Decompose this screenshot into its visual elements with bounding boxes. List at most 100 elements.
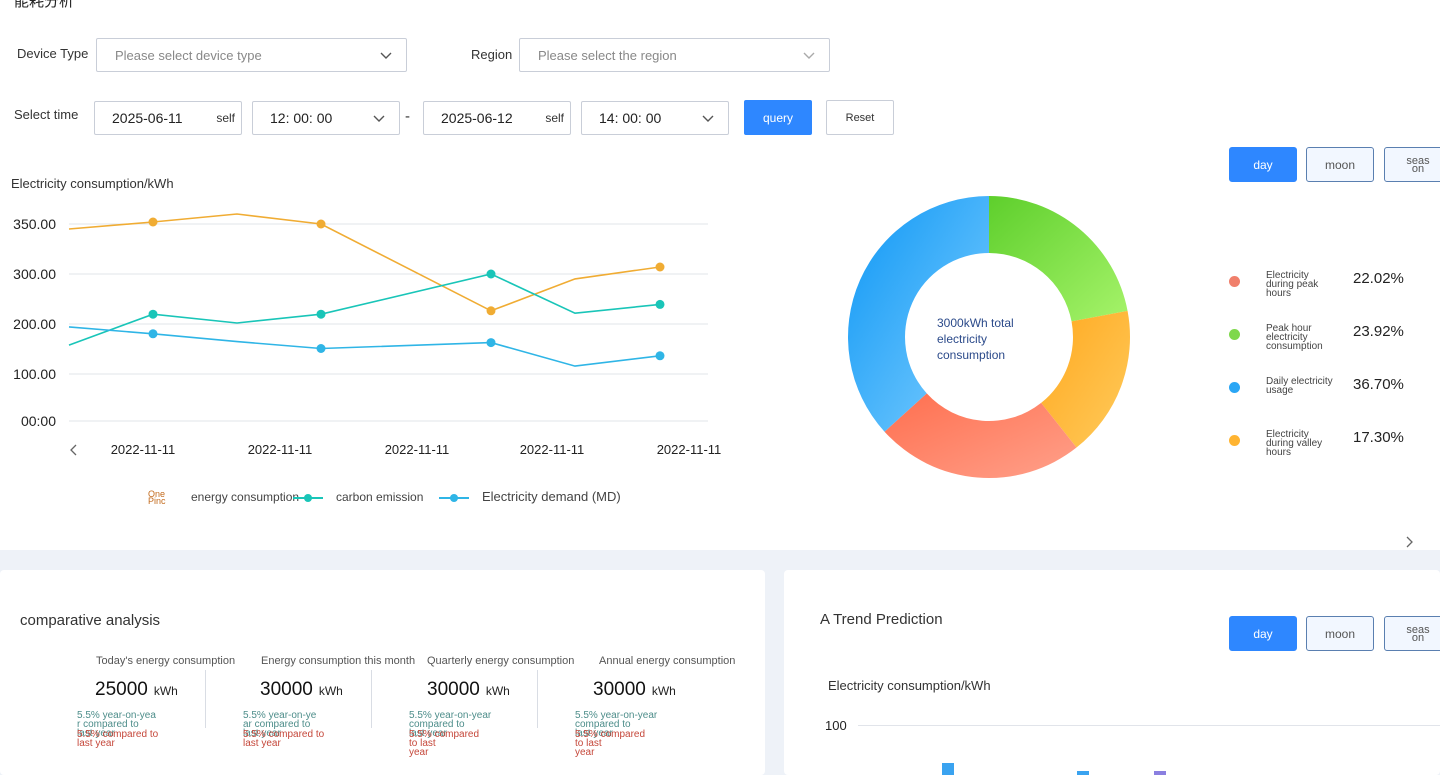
legend-dot	[1229, 382, 1240, 393]
legend-energy-consumption[interactable]: energy consumption	[191, 490, 299, 504]
x-tick-label: 2022-11-11	[111, 442, 176, 457]
region-placeholder: Please select the region	[538, 47, 677, 63]
donut-slice	[848, 196, 989, 432]
stat-value: 30000 kWh	[260, 679, 343, 701]
query-button[interactable]: query	[744, 100, 812, 135]
note-line: last year	[77, 738, 115, 749]
series-point	[316, 309, 326, 319]
trend-tab-season[interactable]: seas on	[1384, 616, 1440, 651]
analysis-panel: 能耗分析 Device Type Please select device ty…	[0, 0, 1440, 550]
device-type-placeholder: Please select device type	[115, 47, 262, 63]
chevron-right-icon[interactable]	[1403, 535, 1415, 549]
trend-card: A Trend Prediction Electricity consumpti…	[784, 570, 1440, 775]
stat-compare-note: 5.5% compared to last year	[77, 730, 177, 749]
stat-unit: kWh	[318, 684, 343, 698]
trend-bar	[1077, 771, 1089, 775]
note-line: year	[409, 747, 429, 758]
chevron-down-icon	[702, 115, 714, 122]
series-point	[316, 344, 326, 353]
end-date-input[interactable]: 2025-06-12 self	[423, 101, 571, 135]
legend-energy-prefix: One Pinc	[148, 490, 166, 506]
trend-bar	[942, 763, 954, 775]
legend-md-marker	[439, 494, 469, 502]
legend-percent: 22.02%	[1353, 270, 1404, 287]
tab-season[interactable]: seas on	[1384, 147, 1440, 182]
trend-tab-day[interactable]: day	[1229, 616, 1297, 651]
start-time-select[interactable]: 12: 00: 00	[252, 101, 400, 135]
x-tick-label: 2022-11-11	[248, 442, 313, 457]
legend-name-line: usage	[1266, 385, 1294, 396]
legend-electricity-demand[interactable]: Electricity demand (MD)	[482, 489, 621, 504]
end-time-select[interactable]: 14: 00: 00	[581, 101, 729, 135]
chevron-down-icon	[373, 115, 385, 122]
legend-percent: 36.70%	[1353, 376, 1404, 393]
stat-compare-note: 5.5% compared to last year	[575, 730, 675, 758]
y-tick-label: 300.00	[13, 266, 56, 282]
series-point	[655, 299, 665, 309]
stat-label: Energy consumption this month	[261, 655, 416, 667]
range-separator: -	[405, 108, 410, 125]
stat-number: 30000	[427, 679, 480, 700]
series-point	[316, 219, 326, 229]
end-time-value: 14: 00: 00	[599, 110, 662, 126]
device-type-label: Device Type	[17, 46, 89, 61]
series-point	[148, 309, 158, 319]
y-tick-label: 100.00	[13, 366, 56, 382]
series-point	[486, 306, 496, 316]
y-tick-label: 200.00	[13, 316, 56, 332]
legend-name[interactable]: Peak hour electricity consumption	[1266, 324, 1344, 352]
legend-carbon-emission[interactable]: carbon emission	[336, 490, 423, 504]
start-time-value: 12: 00: 00	[270, 110, 333, 126]
stat-label: Annual energy consumption	[599, 655, 736, 667]
chevron-left-icon[interactable]	[68, 443, 80, 457]
legend-name-line: hours	[1266, 288, 1292, 299]
donut-center-label: 3000kWh total electricity consumption	[937, 315, 1014, 363]
stat-unit: kWh	[485, 684, 510, 698]
stat-divider	[537, 670, 538, 728]
note-line: year	[575, 747, 595, 758]
series-point	[655, 351, 665, 361]
series-point	[655, 262, 665, 272]
tab-moon[interactable]: moon	[1306, 147, 1374, 182]
stat-label: Quarterly energy consumption	[427, 655, 575, 667]
legend-dot	[1229, 329, 1240, 340]
series-point	[486, 269, 496, 279]
trend-ylabel: Electricity consumption/kWh	[828, 678, 991, 693]
start-date-input[interactable]: 2025-06-11 self	[94, 101, 242, 135]
trend-tab-moon[interactable]: moon	[1306, 616, 1374, 651]
stat-number: 25000	[95, 679, 148, 700]
start-date-suffix: self	[216, 111, 235, 125]
series-point	[148, 217, 158, 227]
reset-button[interactable]: Reset	[826, 100, 894, 135]
legend-name-line: consumption	[1266, 341, 1323, 352]
legend-percent: 17.30%	[1353, 429, 1404, 446]
x-tick-label: 2022-11-11	[520, 442, 585, 457]
stat-compare-note: 5.5% compared to last year	[409, 730, 509, 758]
legend-dot	[1229, 435, 1240, 446]
donut-slice	[989, 196, 1128, 322]
trend-gridline	[858, 725, 1440, 726]
chevron-down-icon	[803, 52, 815, 59]
device-type-select[interactable]: Please select device type	[96, 38, 407, 72]
stat-number: 30000	[260, 679, 313, 700]
legend-name[interactable]: Electricity during valley hours	[1266, 430, 1344, 458]
page-title: 能耗分析	[14, 0, 75, 10]
start-date-value: 2025-06-11	[112, 110, 183, 126]
stat-number: 30000	[593, 679, 646, 700]
series-line	[68, 326, 661, 367]
region-label: Region	[471, 47, 513, 62]
series-point	[148, 329, 158, 339]
legend-name[interactable]: Electricity during peak hours	[1266, 271, 1344, 299]
legend-name[interactable]: Daily electricity usage	[1266, 377, 1344, 396]
end-date-value: 2025-06-12	[441, 110, 513, 126]
region-select[interactable]: Please select the region	[519, 38, 830, 72]
stat-value: 25000 kWh	[95, 679, 178, 701]
line-chart: 00:00 100.00 200.00 300.00 350.00 2022-11-11 2…	[13, 213, 722, 457]
x-tick-label: 2022-11-11	[657, 442, 722, 457]
y-tick-label: 00:00	[21, 413, 56, 429]
legend-dot	[1229, 276, 1240, 287]
series-point	[486, 338, 496, 348]
trend-ytick: 100	[825, 718, 847, 733]
stat-label: Today's energy consumption	[96, 655, 236, 667]
tab-day[interactable]: day	[1229, 147, 1297, 182]
